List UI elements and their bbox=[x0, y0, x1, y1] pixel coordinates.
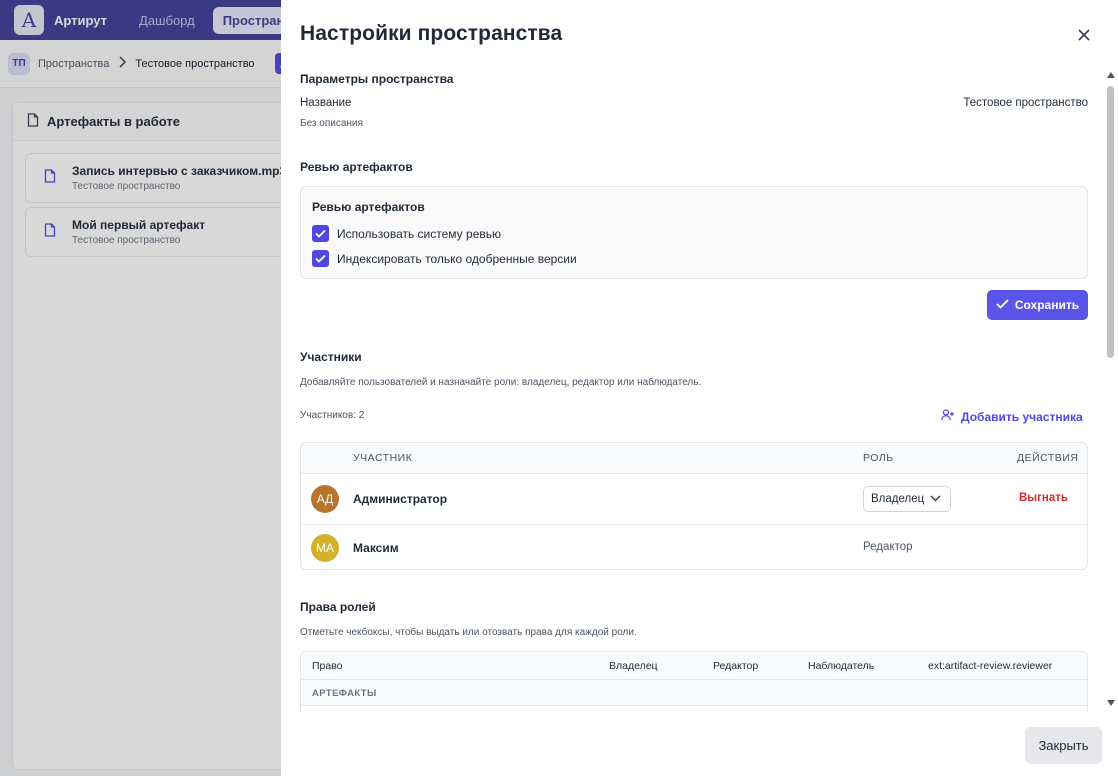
close-icon[interactable] bbox=[1074, 25, 1094, 45]
column-observer: Наблюдатель bbox=[808, 660, 875, 672]
close-button[interactable]: Закрыть bbox=[1025, 727, 1102, 764]
add-member-label: Добавить участника bbox=[961, 409, 1083, 424]
scroll-down-arrow-icon[interactable] bbox=[1107, 700, 1115, 706]
scrollbar-thumb[interactable] bbox=[1107, 86, 1114, 358]
kick-member-button[interactable]: Выгнать bbox=[1019, 492, 1068, 504]
members-hint: Добавляйте пользователей и назначайте ро… bbox=[300, 377, 702, 388]
role-select[interactable]: Владелец bbox=[863, 486, 951, 512]
column-owner: Владелец bbox=[609, 660, 658, 672]
params-section-title: Параметры пространства bbox=[300, 72, 454, 86]
name-label: Название bbox=[300, 97, 352, 109]
member-name: Администратор bbox=[353, 492, 448, 506]
name-value: Тестовое пространство bbox=[963, 97, 1088, 109]
permissions-table-header: Право Владелец Редактор Наблюдатель ext:… bbox=[301, 652, 1087, 680]
permissions-table: Право Владелец Редактор Наблюдатель ext:… bbox=[300, 651, 1088, 712]
use-review-checkbox[interactable] bbox=[312, 225, 329, 242]
space-settings-drawer: Настройки пространства Параметры простра… bbox=[281, 0, 1118, 776]
column-permission: Право bbox=[312, 660, 343, 672]
column-reviewer: ext:artifact-review.reviewer bbox=[928, 660, 1053, 672]
table-row: АД Администратор Владелец Выгнать bbox=[301, 474, 1087, 524]
role-select-value: Владелец bbox=[871, 493, 925, 505]
settings-scroll-area[interactable]: Параметры пространства Название Тестовое… bbox=[281, 62, 1103, 712]
review-settings-box: Ревью артефактов Использовать систему ре… bbox=[300, 186, 1088, 279]
column-actions: ДЕЙСТВИЯ bbox=[1017, 452, 1079, 464]
save-button[interactable]: Сохранить bbox=[987, 290, 1088, 320]
scroll-up-arrow-icon[interactable] bbox=[1107, 72, 1115, 78]
use-review-label: Использовать систему ревью bbox=[337, 226, 501, 241]
permissions-hint: Отметьте чекбоксы, чтобы выдать или отоз… bbox=[300, 627, 637, 638]
check-icon bbox=[996, 298, 1009, 312]
members-table: УЧАСТНИК РОЛЬ ДЕЙСТВИЯ АД Администратор … bbox=[300, 442, 1088, 570]
index-approved-option[interactable]: Индексировать только одобренные версии bbox=[312, 250, 577, 267]
avatar: АД bbox=[311, 485, 339, 513]
add-member-button[interactable]: Добавить участника bbox=[941, 409, 1083, 424]
chevron-down-icon bbox=[930, 493, 941, 505]
permissions-group-artifacts: АРТЕФАКТЫ bbox=[301, 680, 1087, 706]
user-plus-icon bbox=[941, 409, 955, 424]
index-approved-checkbox[interactable] bbox=[312, 250, 329, 267]
members-count: Участников: 2 bbox=[300, 410, 365, 421]
column-role: РОЛЬ bbox=[863, 452, 894, 464]
review-section-title: Ревью артефактов bbox=[300, 160, 413, 174]
save-button-label: Сохранить bbox=[1014, 298, 1080, 312]
permissions-group-label: АРТЕФАКТЫ bbox=[312, 688, 377, 699]
scrollbar[interactable] bbox=[1105, 72, 1115, 706]
use-review-option[interactable]: Использовать систему ревью bbox=[312, 225, 501, 242]
column-editor: Редактор bbox=[713, 660, 759, 672]
review-box-title: Ревью артефактов bbox=[312, 200, 425, 214]
table-row: МА Максим Редактор bbox=[301, 524, 1087, 569]
avatar: МА bbox=[311, 534, 339, 562]
members-table-header: УЧАСТНИК РОЛЬ ДЕЙСТВИЯ bbox=[301, 443, 1087, 474]
member-role: Редактор bbox=[863, 541, 913, 553]
members-section-title: Участники bbox=[300, 350, 362, 364]
index-approved-label: Индексировать только одобренные версии bbox=[337, 251, 577, 266]
modal-title: Настройки пространства bbox=[300, 22, 563, 45]
column-member: УЧАСТНИК bbox=[353, 452, 413, 464]
space-description: Без описания bbox=[300, 118, 363, 129]
permissions-section-title: Права ролей bbox=[300, 600, 376, 614]
member-name: Максим bbox=[353, 541, 399, 555]
